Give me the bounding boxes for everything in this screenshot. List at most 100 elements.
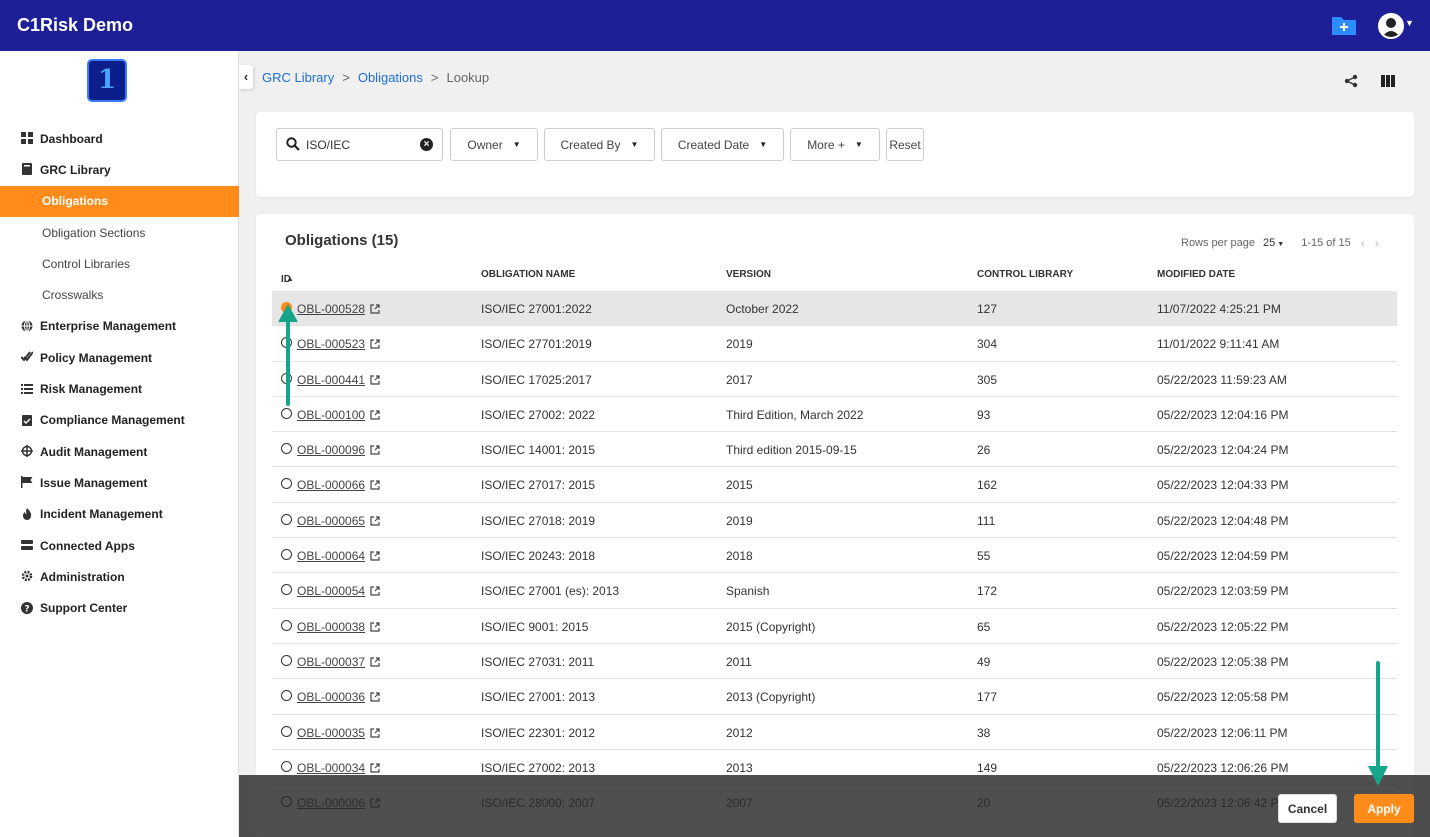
user-avatar-icon[interactable] bbox=[1378, 13, 1404, 39]
external-link-icon[interactable] bbox=[370, 586, 380, 596]
table-row[interactable]: OBL-000038 ISO/IEC 9001: 2015 2015 (Copyri… bbox=[272, 609, 1397, 644]
column-header-modified-date[interactable]: MODIFIED DATE bbox=[1157, 269, 1235, 280]
created-date-filter-dropdown[interactable]: Created Date ▼ bbox=[661, 128, 784, 161]
external-link-icon[interactable] bbox=[370, 727, 380, 738]
columns-icon[interactable] bbox=[1381, 74, 1395, 88]
row-select-radio[interactable] bbox=[281, 443, 292, 455]
chevron-down-icon[interactable]: ▼ bbox=[1405, 18, 1414, 28]
column-header-version[interactable]: VERSION bbox=[726, 269, 771, 280]
row-select-radio[interactable] bbox=[281, 513, 292, 525]
row-select-radio[interactable] bbox=[281, 584, 292, 596]
external-link-icon[interactable] bbox=[370, 339, 380, 349]
caret-down-icon: ▼ bbox=[759, 140, 768, 149]
caret-down-icon: ▼ bbox=[630, 140, 639, 149]
share-icon[interactable] bbox=[1344, 74, 1358, 88]
sidebar-item-control-libraries[interactable]: Control Libraries bbox=[0, 248, 239, 279]
obligation-id-link[interactable]: OBL-000054 bbox=[297, 584, 365, 598]
row-select-radio[interactable] bbox=[281, 690, 292, 702]
search-input[interactable] bbox=[306, 136, 416, 154]
external-link-icon[interactable] bbox=[370, 551, 380, 561]
row-select-radio[interactable] bbox=[281, 725, 292, 737]
sidebar-item-administration[interactable]: Administration bbox=[0, 561, 239, 592]
apply-button[interactable]: Apply bbox=[1354, 794, 1414, 823]
annotation-arrow-up bbox=[278, 304, 298, 406]
created-by-filter-dropdown[interactable]: Created By ▼ bbox=[544, 128, 655, 161]
sidebar-item-policy-management[interactable]: Policy Management bbox=[0, 342, 239, 373]
external-link-icon[interactable] bbox=[370, 657, 380, 667]
table-row[interactable]: OBL-000065 ISO/IEC 27018: 2019 2019 111 05/2… bbox=[272, 503, 1397, 539]
sidebar-item-audit-management[interactable]: Audit Management bbox=[0, 436, 239, 467]
obligation-id-link[interactable]: OBL-000523 bbox=[297, 337, 365, 351]
control-library-count: 305 bbox=[977, 372, 998, 387]
more-filters-dropdown[interactable]: More + ▼ bbox=[790, 128, 880, 161]
owner-filter-dropdown[interactable]: Owner ▼ bbox=[450, 128, 538, 161]
sidebar-item-issue-management[interactable]: Issue Management bbox=[0, 467, 239, 498]
row-select-radio[interactable] bbox=[281, 619, 292, 631]
table-row[interactable]: OBL-000528 ISO/IEC 27001:2022 October 2022… bbox=[272, 291, 1397, 327]
obligation-id-link[interactable]: OBL-000100 bbox=[297, 408, 365, 422]
sidebar-item-incident-management[interactable]: Incident Management bbox=[0, 499, 239, 530]
obligation-id-link[interactable]: OBL-000038 bbox=[297, 620, 365, 634]
breadcrumb-grc-library[interactable]: GRC Library bbox=[262, 70, 334, 85]
sidebar-item-enterprise-management[interactable]: Enterprise Management bbox=[0, 311, 239, 342]
obligation-id-link[interactable]: OBL-000441 bbox=[297, 373, 365, 387]
control-library-count: 65 bbox=[977, 619, 991, 634]
rows-per-page-select[interactable]: 25 ▼ bbox=[1263, 237, 1284, 249]
row-select-radio[interactable] bbox=[281, 654, 292, 666]
search-box[interactable]: × bbox=[276, 128, 443, 161]
sidebar-collapse-button[interactable]: ‹ bbox=[239, 65, 253, 89]
sidebar-item-grc-library[interactable]: GRC Library bbox=[0, 154, 239, 185]
reset-button[interactable]: Reset bbox=[886, 128, 924, 161]
column-header-obligation-name[interactable]: OBLIGATION NAME bbox=[481, 269, 575, 280]
sidebar-item-risk-management[interactable]: Risk Management bbox=[0, 373, 239, 404]
external-link-icon[interactable] bbox=[370, 516, 380, 526]
external-link-icon[interactable] bbox=[370, 763, 380, 773]
obligation-id-link[interactable]: OBL-000034 bbox=[297, 761, 365, 775]
obligation-id-link[interactable]: OBL-000065 bbox=[297, 514, 365, 528]
obligation-id-link[interactable]: OBL-000064 bbox=[297, 549, 365, 563]
sidebar-item-connected-apps[interactable]: Connected Apps bbox=[0, 530, 239, 561]
prev-page-icon[interactable]: ‹ bbox=[1361, 236, 1365, 250]
column-header-control-library[interactable]: CONTROL LIBRARY bbox=[977, 269, 1073, 280]
sidebar-item-obligation-sections[interactable]: Obligation Sections bbox=[0, 217, 239, 248]
external-link-icon[interactable] bbox=[370, 445, 380, 455]
sidebar-item-obligations[interactable]: Obligations bbox=[0, 185, 239, 217]
table-row[interactable]: OBL-000523 ISO/IEC 27701:2019 2019 304 11/01… bbox=[272, 326, 1397, 362]
table-row[interactable]: OBL-000096 ISO/IEC 14001: 2015 Third editi… bbox=[272, 432, 1397, 468]
table-row[interactable]: OBL-000064 ISO/IEC 20243: 2018 2018 55 05/22… bbox=[272, 538, 1397, 574]
breadcrumb-obligations[interactable]: Obligations bbox=[358, 70, 423, 85]
next-page-icon[interactable]: › bbox=[1375, 236, 1379, 250]
table-row[interactable]: OBL-000054 ISO/IEC 27001 (es): 2013 Spanis… bbox=[272, 573, 1397, 609]
external-link-icon[interactable] bbox=[370, 374, 380, 385]
folder-add-icon[interactable] bbox=[1331, 14, 1357, 36]
table-row[interactable]: OBL-000441 ISO/IEC 17025:2017 2017 305 05/22… bbox=[272, 362, 1397, 397]
obligation-id-link[interactable]: OBL-000037 bbox=[297, 655, 365, 669]
obligation-id-link[interactable]: OBL-000096 bbox=[297, 443, 365, 457]
table-row[interactable]: OBL-000037 ISO/IEC 27031: 2011 2011 49 05/22… bbox=[272, 644, 1397, 680]
table-row[interactable]: OBL-000066 ISO/IEC 27017: 2015 2015 162 05/2… bbox=[272, 467, 1397, 503]
table-row[interactable]: OBL-000035 ISO/IEC 22301: 2012 2012 38 05/22… bbox=[272, 715, 1397, 750]
obligation-id-link[interactable]: OBL-000035 bbox=[297, 726, 365, 740]
row-select-radio[interactable] bbox=[281, 478, 292, 490]
obligation-id-link[interactable]: OBL-000036 bbox=[297, 690, 365, 704]
sidebar-item-support-center[interactable]: ? Support Center bbox=[0, 592, 239, 623]
obligation-id-link[interactable]: OBL-000528 bbox=[297, 302, 365, 316]
sidebar-nav: Dashboard GRC Library Obligations Obliga… bbox=[0, 123, 239, 624]
external-link-icon[interactable] bbox=[370, 410, 380, 420]
row-select-radio[interactable] bbox=[281, 407, 292, 419]
table-row[interactable]: OBL-000100 ISO/IEC 27002: 2022 Third Editi… bbox=[272, 397, 1397, 433]
external-link-icon[interactable] bbox=[370, 692, 380, 702]
obligation-id-link[interactable]: OBL-000066 bbox=[297, 478, 365, 492]
logo[interactable]: 1 bbox=[87, 59, 127, 102]
external-link-icon[interactable] bbox=[370, 304, 380, 314]
sidebar-item-compliance-management[interactable]: Compliance Management bbox=[0, 405, 239, 436]
clear-search-icon[interactable]: × bbox=[420, 138, 433, 151]
table-row[interactable]: OBL-000036 ISO/IEC 27001: 2013 2013 (Copyr… bbox=[272, 679, 1397, 715]
external-link-icon[interactable] bbox=[370, 480, 380, 491]
row-select-radio[interactable] bbox=[281, 549, 292, 561]
row-select-radio[interactable] bbox=[281, 760, 292, 772]
cancel-button[interactable]: Cancel bbox=[1278, 794, 1337, 823]
sidebar-item-crosswalks[interactable]: Crosswalks bbox=[0, 279, 239, 310]
sidebar-item-dashboard[interactable]: Dashboard bbox=[0, 123, 239, 154]
external-link-icon[interactable] bbox=[370, 622, 380, 632]
